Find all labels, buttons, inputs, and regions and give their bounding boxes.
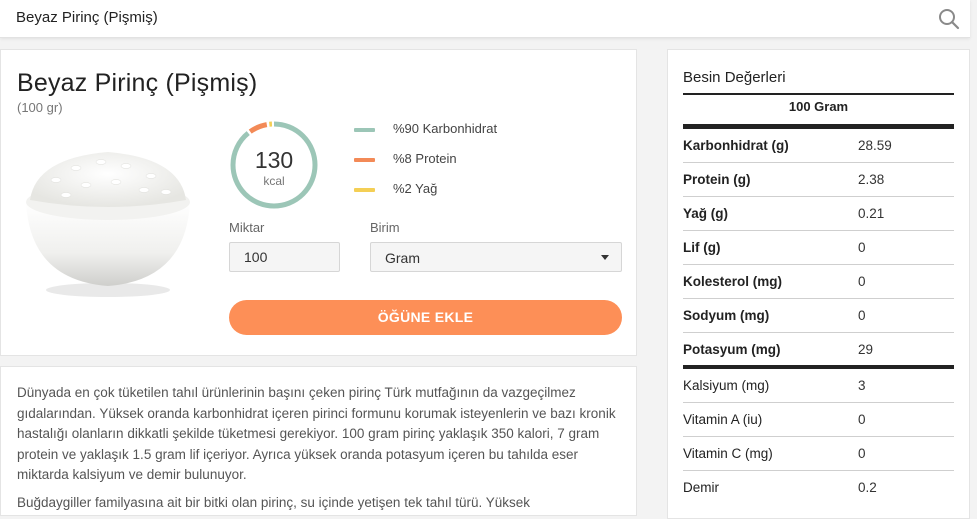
- description-card: Dünyada en çok tüketilen tahıl ürünlerin…: [0, 366, 637, 516]
- legend-label-carbs: %90 Karbonhidrat: [393, 121, 498, 136]
- nutrient-value: 2.38: [858, 172, 885, 187]
- nutrition-title: Besin Değerleri: [683, 69, 786, 86]
- nutrient-name: Potasyum (mg): [683, 342, 781, 357]
- calorie-unit: kcal: [263, 174, 285, 188]
- nutrient-name: Lif (g): [683, 240, 721, 255]
- nutrient-name: Yağ (g): [683, 206, 729, 221]
- nutrition-row: Vitamin A (iu) 0: [683, 403, 954, 437]
- food-title: Beyaz Pirinç (Pişmiş): [17, 69, 258, 97]
- nutrient-value: 28.59: [858, 138, 892, 153]
- add-to-meal-button[interactable]: ÖĞÜNE EKLE: [229, 300, 622, 335]
- nutrient-value: 0: [858, 446, 866, 461]
- description-paragraph: Buğdaygiller familyasına ait bir bitki o…: [17, 495, 531, 510]
- legend-label-fat: %2 Yağ: [393, 181, 438, 196]
- nutrition-row: Vitamin C (mg) 0: [683, 437, 954, 471]
- nutrient-value: 0: [858, 274, 866, 289]
- legend-swatch-protein: [354, 158, 375, 162]
- nutrition-row: Demir 0.2: [683, 471, 954, 505]
- nutrition-serving-header: 100 Gram: [788, 99, 849, 114]
- search-icon[interactable]: [938, 8, 960, 30]
- nutrient-name: Sodyum (mg): [683, 308, 770, 323]
- amount-input[interactable]: 100: [229, 242, 340, 272]
- nutrient-name: Vitamin C (mg): [683, 446, 773, 461]
- nutrient-value: 0.21: [858, 206, 885, 221]
- nutrition-row: Potasyum (mg) 29: [683, 333, 954, 369]
- description-paragraph: Dünyada en çok tüketilen tahıl ürünlerin…: [17, 385, 616, 482]
- nutrition-row: Sodyum (mg) 0: [683, 299, 954, 333]
- nutrient-name: Karbonhidrat (g): [683, 138, 789, 153]
- divider: [683, 93, 954, 95]
- nutrient-name: Kolesterol (mg): [683, 274, 783, 289]
- nutrient-value: 0: [858, 308, 866, 323]
- unit-label: Birim: [370, 220, 400, 235]
- nutrition-row: Lif (g) 0: [683, 231, 954, 265]
- unit-select-value: Gram: [385, 250, 420, 266]
- nutrient-value: 3: [858, 378, 866, 393]
- nutrient-name: Kalsiyum (mg): [683, 378, 770, 393]
- nutrient-value: 0.2: [858, 480, 877, 495]
- nutrition-row: Yağ (g) 0.21: [683, 197, 954, 231]
- nutrition-rows: Karbonhidrat (g) 28.59 Protein (g) 2.38 Ya…: [683, 129, 954, 505]
- nutrition-row: Karbonhidrat (g) 28.59: [683, 129, 954, 163]
- caret-down-icon: [601, 255, 609, 260]
- legend-label-protein: %8 Protein: [393, 151, 457, 166]
- nutrient-value: 0: [858, 412, 866, 427]
- nutrient-name: Vitamin A (iu): [683, 412, 763, 427]
- rice-bowl-image: [16, 140, 199, 300]
- nutrient-value: 0: [858, 240, 866, 255]
- legend-swatch-fat: [354, 188, 375, 192]
- nutrition-row: Protein (g) 2.38: [683, 163, 954, 197]
- unit-select[interactable]: Gram: [370, 242, 622, 272]
- nutrient-value: 29: [858, 342, 874, 357]
- nutrient-name: Protein (g): [683, 172, 751, 187]
- search-input[interactable]: Beyaz Pirinç (Pişmiş): [16, 9, 158, 26]
- search-bar[interactable]: Beyaz Pirinç (Pişmiş): [0, 0, 970, 38]
- nutrition-row: Kalsiyum (mg) 3: [683, 369, 954, 403]
- amount-label: Miktar: [229, 220, 265, 235]
- food-portion: (100 gr): [17, 100, 63, 115]
- food-card: Beyaz Pirinç (Pişmiş) (100 gr) 130 kcal …: [0, 49, 637, 356]
- legend-swatch-carbs: [354, 128, 375, 132]
- nutrient-name: Demir: [683, 480, 719, 495]
- nutrition-facts-panel: Besin Değerleri 100 Gram Karbonhidrat (g…: [667, 49, 970, 519]
- nutrition-row: Kolesterol (mg) 0: [683, 265, 954, 299]
- calorie-value: 130: [254, 147, 294, 173]
